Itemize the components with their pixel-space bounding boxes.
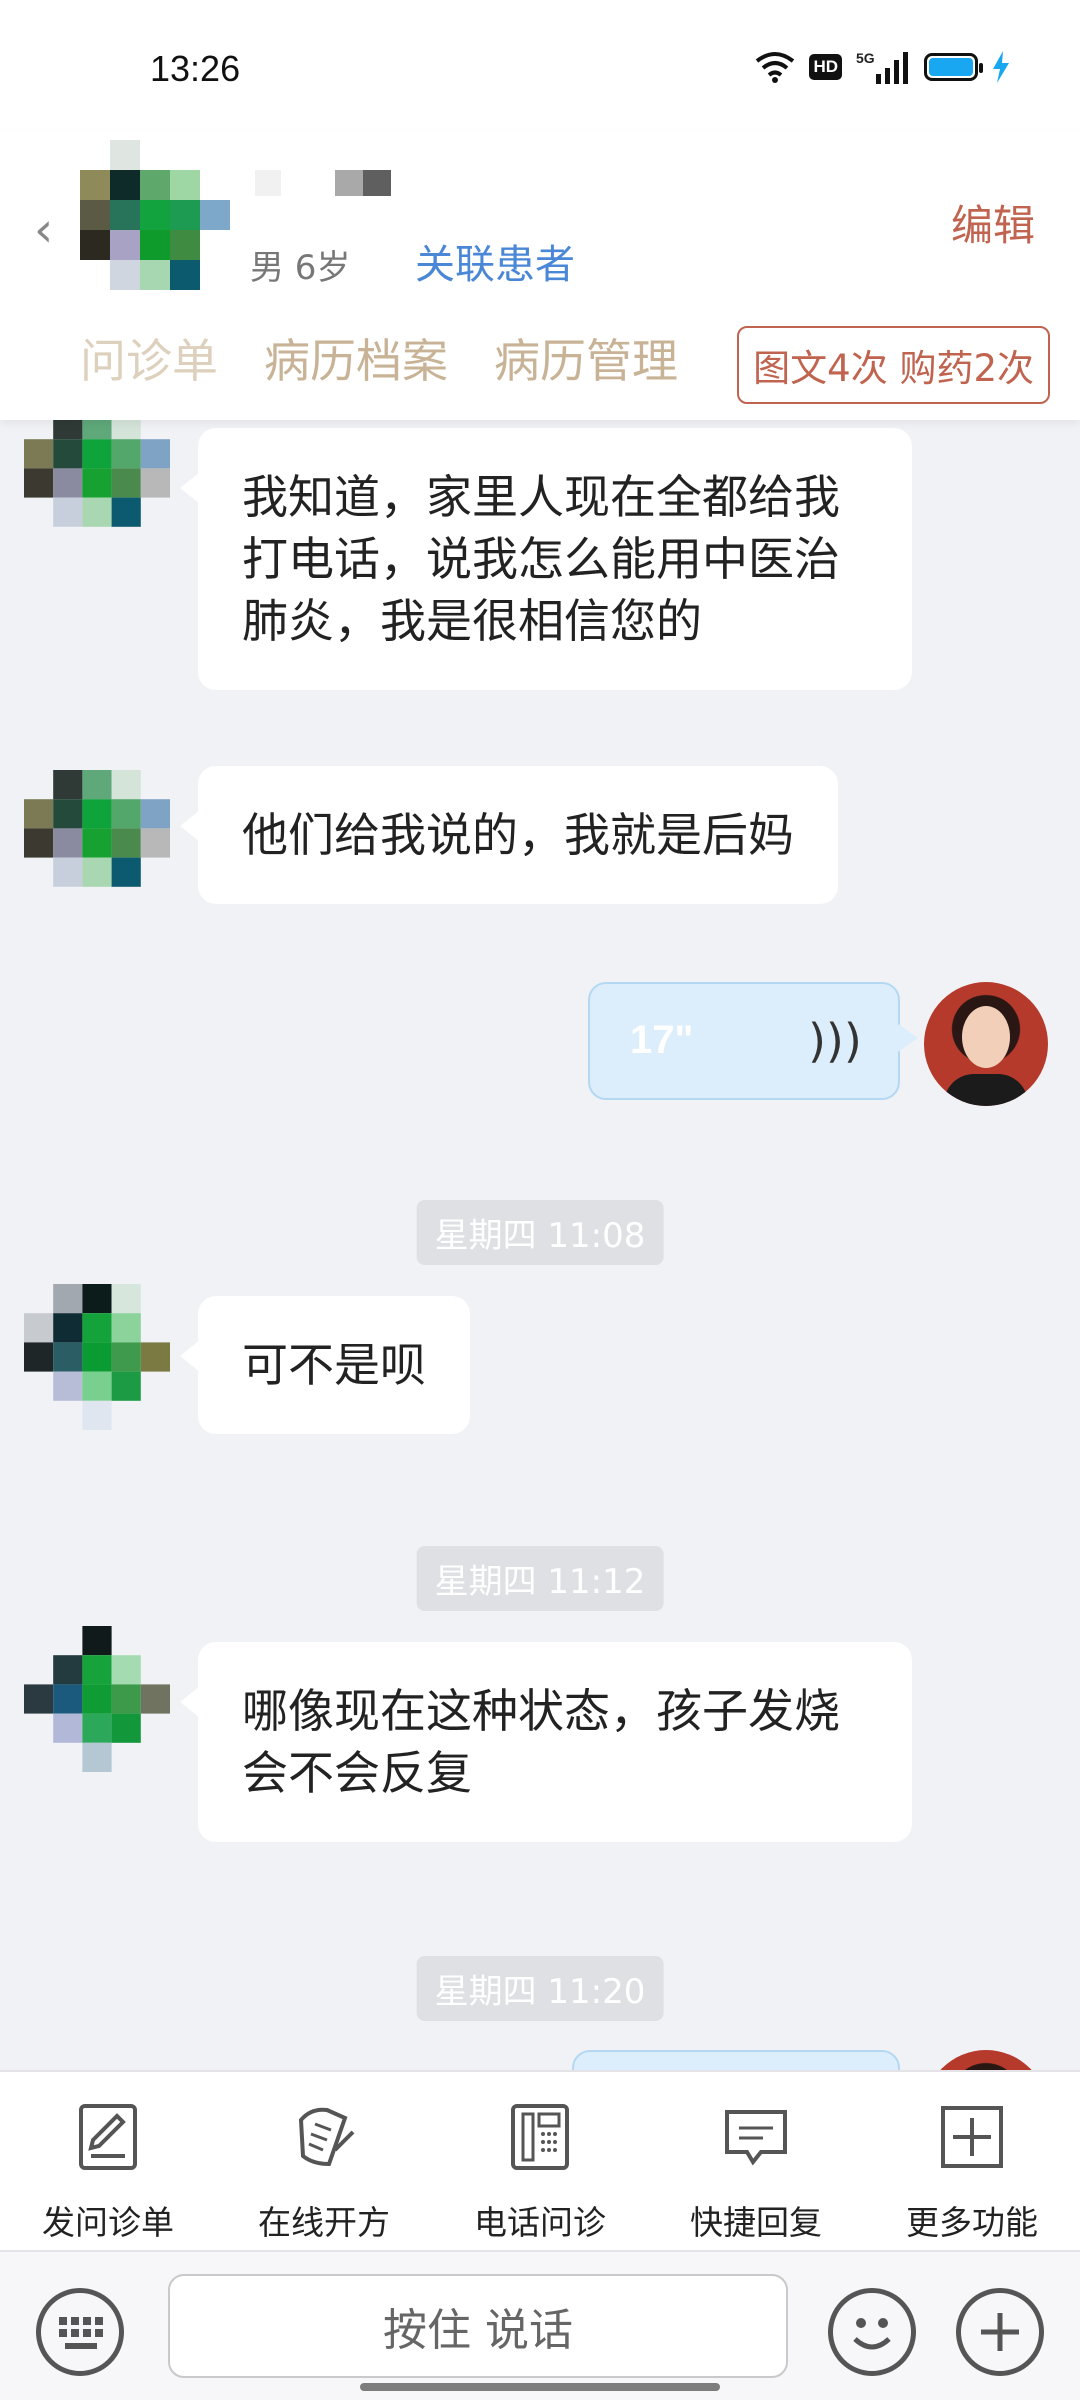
battery-icon [924, 53, 983, 81]
prescription-icon [298, 2107, 355, 2167]
signal-icon: 5G [856, 50, 910, 84]
phone-consult-button[interactable]: 电话问诊 [432, 2072, 648, 2250]
hd-badge: HD [809, 54, 842, 80]
patient-avatar-msg[interactable] [24, 1284, 170, 1430]
chat-bubble-icon [725, 2110, 787, 2166]
keyboard-icon [59, 2317, 103, 2349]
doctor-avatar[interactable] [924, 982, 1048, 1106]
func-label: 发问诊单 [42, 2203, 174, 2242]
add-attachment-button[interactable] [956, 2288, 1044, 2376]
message-bubble[interactable]: 可不是呗 [180, 1296, 470, 1434]
patient-header: ‹ 男 6岁 关联患者 编辑 问诊单 病历档案 病历管理 图文4次 购药2次 [0, 130, 1080, 420]
online-prescription-button[interactable]: 在线开方 [216, 2072, 432, 2250]
chat-list[interactable]: 我知道，家里人现在全都给我打电话，说我怎么能用中医治肺炎，我是很相信您的 他们给… [0, 420, 1080, 2070]
voice-message-bubble[interactable]: 17" ((( [588, 982, 918, 1100]
status-time: 13:26 [150, 48, 241, 89]
send-consult-form-button[interactable]: 发问诊单 [0, 2072, 216, 2250]
edit-form-icon [79, 2104, 137, 2170]
func-label: 快捷回复 [690, 2203, 822, 2242]
patient-name-redacted [255, 170, 391, 196]
network-type: 5G [856, 50, 875, 66]
voice-message-bubble-partial[interactable] [572, 2050, 900, 2070]
more-functions-button[interactable]: 更多功能 [864, 2072, 1080, 2250]
hold-to-talk-button[interactable]: 按住 说话 [168, 2274, 788, 2378]
status-icons: HD 5G [755, 50, 1010, 84]
function-toolbar: 发问诊单 在线开方 电话问诊 快捷回复 更多功能 [0, 2070, 1080, 2250]
link-patient-button[interactable]: 关联患者 [415, 232, 575, 290]
plus-icon [981, 2313, 1019, 2351]
tab-medical-archive[interactable]: 病历档案 [264, 325, 448, 391]
timestamp: 星期四 11:08 [416, 1200, 664, 1265]
patient-avatar-msg[interactable] [24, 770, 170, 916]
message-bubble[interactable]: 他们给我说的，我就是后妈 [180, 766, 838, 904]
back-icon[interactable]: ‹ [34, 202, 53, 258]
doctor-avatar[interactable] [924, 2050, 1048, 2070]
voice-wave-icon: ((( [808, 1014, 862, 1068]
func-label: 更多功能 [906, 2203, 1038, 2242]
message-bubble[interactable]: 我知道，家里人现在全都给我打电话，说我怎么能用中医治肺炎，我是很相信您的 [180, 428, 912, 690]
plus-square-icon [941, 2106, 1003, 2168]
chat-screen: 13:26 HD 5G ‹ 男 6岁 关联患者 编辑 问诊单 病历档案 病历管理… [0, 0, 1080, 2400]
patient-avatar[interactable] [80, 140, 230, 290]
emoji-icon [853, 2318, 891, 2350]
status-bar: 13:26 HD 5G [0, 0, 1080, 130]
emoji-button[interactable] [828, 2288, 916, 2376]
quick-reply-button[interactable]: 快捷回复 [648, 2072, 864, 2250]
input-bar: 按住 说话 [0, 2250, 1080, 2400]
record-tabs: 问诊单 病历档案 病历管理 [80, 325, 678, 391]
timestamp: 星期四 11:12 [416, 1546, 664, 1611]
patient-avatar-msg[interactable] [24, 1626, 170, 1772]
tab-consult-form[interactable]: 问诊单 [80, 325, 218, 391]
home-indicator[interactable] [360, 2383, 720, 2391]
voice-duration: 17" [630, 1018, 694, 1062]
keyboard-toggle-button[interactable] [36, 2288, 124, 2376]
charging-icon [993, 51, 1009, 83]
func-label: 电话问诊 [474, 2203, 606, 2242]
patient-avatar-msg[interactable] [24, 420, 170, 556]
patient-info: 男 6岁 [250, 248, 351, 288]
service-count-badge[interactable]: 图文4次 购药2次 [737, 326, 1050, 404]
tab-record-management[interactable]: 病历管理 [494, 325, 678, 391]
timestamp: 星期四 11:20 [416, 1956, 664, 2021]
edit-button[interactable]: 编辑 [951, 192, 1035, 253]
telephone-icon [511, 2104, 569, 2170]
wifi-icon [756, 52, 795, 83]
func-label: 在线开方 [258, 2203, 390, 2242]
message-bubble[interactable]: 哪像现在这种状态，孩子发烧会不会反复 [180, 1642, 912, 1842]
